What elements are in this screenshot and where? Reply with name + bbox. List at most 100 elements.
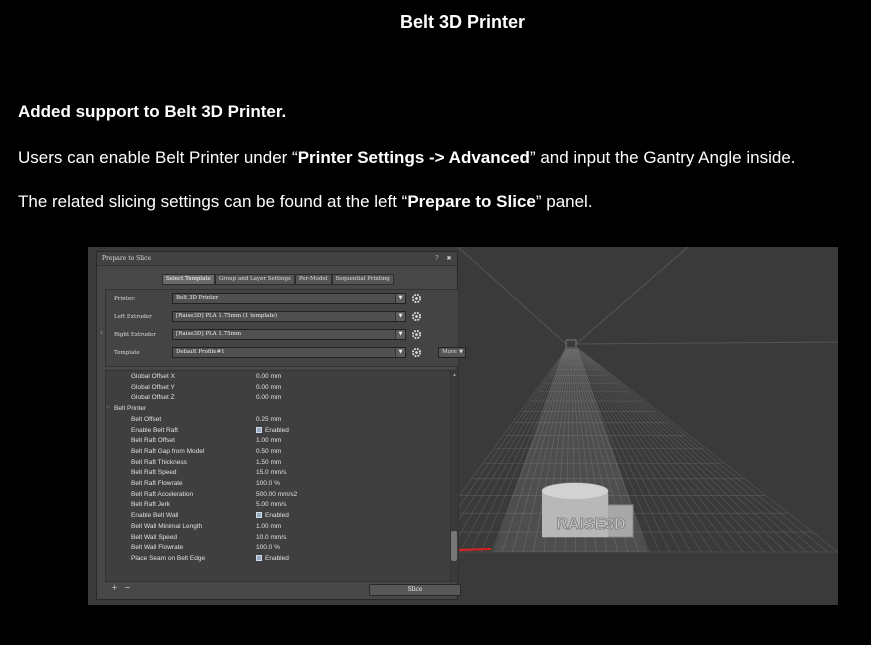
setting-name: Belt Raft Acceleration — [131, 490, 194, 498]
tree-row[interactable]: Belt Raft Offset 1.00 mm — [106, 436, 446, 447]
tree-row[interactable]: Belt Raft Acceleration 500.00 mm/s2 — [106, 490, 446, 501]
bold-segment: Printer Settings -> Advanced — [297, 148, 530, 167]
setting-value-text: 0.00 mm — [256, 383, 282, 391]
checkbox[interactable] — [256, 512, 262, 519]
checkbox[interactable] — [256, 426, 262, 433]
tree-row[interactable]: Global Offset X 0.00 mm — [106, 372, 446, 383]
gear-icon[interactable] — [411, 311, 422, 322]
help-button[interactable]: ? — [433, 255, 441, 263]
printer-row: Printer: Belt 3D Printer ▼ — [106, 292, 458, 306]
setting-name: Belt Raft Gap from Model — [131, 447, 205, 455]
right-extruder-label: Right Extruder — [114, 332, 156, 338]
tree-row[interactable]: Global Offset Y 0.00 mm — [106, 383, 446, 394]
model-embossed-text: RAISE3D — [556, 516, 625, 533]
chevron-down-icon: ▼ — [395, 348, 405, 357]
tab-per-model[interactable]: Per-Model — [294, 274, 332, 285]
setting-name: Enable Belt Wall — [131, 512, 179, 520]
setting-name: Belt Offset — [131, 415, 162, 423]
template-select[interactable]: Default Profile#1 ▼ — [172, 347, 406, 358]
tree-row[interactable]: Belt Raft Flowrate 100.0 % — [106, 479, 446, 490]
more-label: More — [442, 349, 457, 355]
printer-value: Belt 3D Printer — [176, 295, 219, 301]
tree-row[interactable]: Belt Offset 0.25 mm — [106, 415, 446, 426]
printer-select[interactable]: Belt 3D Printer ▼ — [172, 293, 406, 304]
setting-value: 100.0 % — [256, 480, 280, 487]
page-title: Belt 3D Printer — [399, 12, 526, 32]
intro-heading: Added support to Belt 3D Printer. — [18, 102, 287, 121]
tree-row[interactable]: Belt Raft Gap from Model 0.50 mm — [106, 447, 446, 458]
setting-name: Global Offset Y — [131, 383, 175, 391]
right-extruder-select[interactable]: [Raise3D] PLA 1.75mm ▼ — [172, 329, 406, 340]
tree-row[interactable]: Belt Wall Minimal Length 1.00 mm — [106, 522, 446, 533]
tree-group[interactable]: ⌵ Belt Printer — [106, 404, 446, 415]
tab-group-and-layer-settings[interactable]: Group and Layer Settings — [214, 274, 295, 285]
tab-sequential-printing[interactable]: Sequential Printing — [331, 274, 394, 285]
tree-row[interactable]: Belt Wall Speed 10.0 mm/s — [106, 533, 446, 544]
remove-icon[interactable]: − — [124, 584, 131, 592]
gear-icon[interactable] — [411, 329, 422, 340]
tree-row[interactable]: Belt Raft Thickness 1.50 mm — [106, 458, 446, 469]
gear-icon[interactable] — [411, 293, 422, 304]
setting-name: Belt Raft Thickness — [131, 458, 187, 466]
prepare-to-slice-panel: Prepare to Slice ? ✖ Select Template Gro… — [96, 251, 466, 600]
setting-name: Belt Raft Offset — [131, 437, 175, 445]
setting-value-text: 0.25 mm — [256, 415, 282, 423]
tree-row[interactable]: Enable Belt Wall Enabled — [106, 511, 446, 522]
checkbox[interactable] — [256, 554, 262, 561]
setting-value-text: 0.00 mm — [256, 394, 282, 402]
intro-paragraph-1: Users can enable Belt Printer under “Pri… — [18, 146, 796, 170]
slice-button[interactable]: Slice — [369, 584, 461, 596]
setting-value: 100.0 % — [256, 544, 280, 551]
tree-row[interactable]: Enable Belt Raft Enabled — [106, 426, 446, 437]
setting-name: Belt Raft Flowrate — [131, 480, 183, 487]
tab-select-template[interactable]: Select Template — [162, 274, 215, 285]
setting-value: 0.00 mm — [256, 384, 281, 391]
setting-value: 1.00 mm — [256, 437, 281, 444]
settings-tree[interactable]: ▲ Global Offset X 0.00 mm Global Offset Y 0… — [105, 370, 459, 582]
tree-row[interactable]: Belt Wall Flowrate 100.0 % — [106, 543, 446, 554]
setting-name: Belt Printer — [114, 405, 147, 413]
panel-tabs: Select Template Group and Layer Settings… — [162, 274, 394, 285]
app-screenshot: RAISE3D Prepare to Slice ? ✖ Select Temp… — [88, 247, 838, 605]
setting-name: Belt Raft Speed — [131, 469, 177, 477]
setting-value-text: Enabled — [265, 554, 289, 562]
setting-value: 0.00 mm — [256, 394, 281, 401]
setting-value[interactable]: Enabled — [256, 426, 289, 434]
scrollbar[interactable]: ▲ — [450, 371, 458, 581]
text-segment: ” panel. — [535, 192, 593, 211]
right-extruder-row: Right Extruder [Raise3D] PLA 1.75mm ▼ — [106, 328, 458, 342]
setting-value-text: 1.00 mm — [256, 522, 282, 530]
close-icon[interactable]: ✖ — [445, 255, 453, 263]
setting-value-text: 0.50 mm — [256, 447, 282, 455]
chevron-down-icon: ▼ — [395, 294, 405, 303]
setting-value-text: 1.50 mm — [256, 458, 282, 466]
setting-value-text: 0.00 mm — [256, 373, 282, 380]
text-segment: Users can enable Belt Printer under “ — [18, 148, 298, 167]
tree-row[interactable]: Place Seam on Belt Edge Enabled — [106, 554, 446, 565]
text-segment: ” and input the Gantry Angle inside. — [529, 148, 796, 167]
panel-title: Prepare to Slice — [102, 255, 151, 262]
more-button[interactable]: More ▼ — [438, 347, 466, 358]
tree-row[interactable]: Global Offset Z 0.00 mm — [106, 393, 446, 404]
collapse-chevron-icon[interactable]: ‹ — [100, 328, 103, 337]
tree-row[interactable]: Belt Raft Speed 15.0 mm/s — [106, 468, 446, 479]
chevron-down-icon[interactable]: ⌵ — [106, 404, 110, 410]
left-extruder-select[interactable]: [Raise3D] PLA 1.75mm (1 template) ▼ — [172, 311, 406, 322]
setting-name: Global Offset Z — [131, 394, 175, 402]
scrollbar-thumb[interactable] — [451, 531, 457, 561]
left-extruder-row: Left Extruder [Raise3D] PLA 1.75mm (1 te… — [106, 310, 458, 324]
template-settings: Printer: Belt 3D Printer ▼ Left Extruder … — [105, 289, 466, 367]
setting-value[interactable]: Enabled — [256, 554, 289, 562]
template-row: Template Default Profile#1 ▼ More ▼ — [106, 346, 466, 360]
bold-segment: Prepare to Slice — [407, 192, 536, 211]
gear-icon[interactable] — [411, 347, 422, 358]
setting-name: Belt Wall Speed — [131, 533, 178, 541]
setting-value[interactable]: Enabled — [256, 512, 289, 519]
add-icon[interactable]: + — [111, 584, 118, 592]
setting-value-text: Enabled — [265, 512, 289, 520]
tree-row[interactable]: Belt Raft Jerk 5.00 mm/s — [106, 500, 446, 511]
template-value: Default Profile#1 — [176, 349, 225, 355]
scroll-up-icon[interactable]: ▲ — [452, 372, 457, 378]
right-extruder-value: [Raise3D] PLA 1.75mm — [176, 331, 242, 337]
setting-value: 0.00 mm — [256, 373, 281, 380]
